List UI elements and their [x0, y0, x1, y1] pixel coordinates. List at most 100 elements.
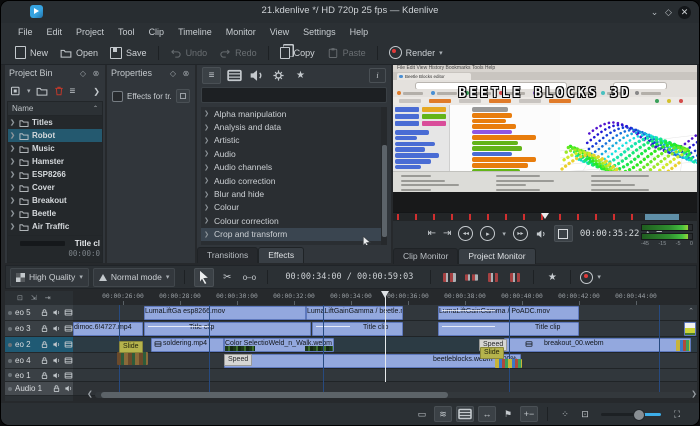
- slide-composition[interactable]: Slide: [119, 341, 143, 353]
- seek-playhead[interactable]: [541, 213, 549, 219]
- expander-icon[interactable]: ❯: [204, 191, 210, 198]
- scroll-left-icon[interactable]: ❮: [87, 390, 93, 398]
- effects-search-input[interactable]: [201, 87, 387, 103]
- effect-category-analysis-and-data[interactable]: ❯Analysis and data: [201, 120, 387, 133]
- render-button[interactable]: Render▾: [383, 43, 449, 62]
- chevron-down-icon[interactable]: ▾: [439, 49, 443, 57]
- custom-effects-icon[interactable]: [270, 68, 287, 83]
- palette-category[interactable]: [422, 114, 446, 119]
- expander-icon[interactable]: ❯: [10, 119, 16, 126]
- snap-icon[interactable]: ↔: [478, 406, 496, 422]
- palette-category[interactable]: [395, 114, 419, 119]
- selection-tool-button[interactable]: [194, 268, 214, 287]
- timeline-guide[interactable]: [209, 305, 210, 396]
- lift-zone-icon[interactable]: [506, 269, 524, 286]
- bin-menu-icon[interactable]: ≡: [70, 86, 76, 97]
- bin-folder-music[interactable]: ❯Music: [8, 142, 102, 155]
- render-button-small[interactable]: [580, 271, 593, 284]
- track-insert-icon[interactable]: ⇥: [45, 294, 51, 302]
- bin-overflow-icon[interactable]: ❯: [93, 87, 100, 96]
- menu-monitor[interactable]: Monitor: [219, 25, 263, 39]
- expander-icon[interactable]: ❯: [10, 184, 16, 191]
- effect-category-colour-correction[interactable]: ❯Colour correction: [201, 214, 387, 227]
- tab-project-monitor[interactable]: Project Monitor: [458, 248, 535, 264]
- effect-category-audio-correction[interactable]: ❯Audio correction: [201, 174, 387, 187]
- favorite-effects-icon[interactable]: ★: [292, 68, 309, 83]
- play-options-icon[interactable]: ▾: [502, 230, 506, 238]
- script-block[interactable]: [472, 157, 536, 162]
- show-markers-icon[interactable]: [456, 406, 474, 422]
- track-target-icon[interactable]: ⊡: [17, 294, 23, 302]
- zone-mode-button[interactable]: [554, 225, 573, 242]
- close-panel-icon[interactable]: ⊗: [181, 69, 191, 78]
- volume-icon[interactable]: [535, 228, 547, 240]
- show-video-thumbnails-icon[interactable]: ▭: [414, 407, 430, 421]
- favorite-effects-button[interactable]: ★: [543, 269, 561, 286]
- timeline-clip[interactable]: beetleblocks.webm - 200%: [224, 354, 521, 368]
- script-block[interactable]: [472, 163, 528, 168]
- zoom-slider-knob[interactable]: [633, 409, 645, 421]
- bin-folder-hamster[interactable]: ❯Hamster: [8, 155, 102, 168]
- monitor-seekbar[interactable]: [393, 212, 697, 221]
- timeline-clip[interactable]: soldering.mp4: [151, 338, 224, 352]
- palette-block[interactable]: [395, 142, 435, 147]
- new-button[interactable]: New: [9, 43, 54, 62]
- video-effects-icon[interactable]: [226, 68, 243, 83]
- expander-icon[interactable]: ❯: [204, 231, 210, 238]
- tab-clip-monitor[interactable]: Clip Monitor: [393, 248, 458, 264]
- render-dropdown-icon[interactable]: ▾: [597, 273, 601, 281]
- float-panel-icon[interactable]: ◇: [168, 69, 178, 78]
- zone-start-icon[interactable]: ⇤: [428, 228, 436, 240]
- bin-folder-robot[interactable]: ❯Robot: [8, 129, 102, 142]
- close-button[interactable]: ✕: [678, 6, 691, 19]
- bin-folder-titles[interactable]: ❯Titles: [8, 116, 102, 129]
- menu-view[interactable]: View: [263, 25, 296, 39]
- expander-icon[interactable]: ❯: [204, 204, 210, 211]
- expander-icon[interactable]: ❯: [10, 197, 16, 204]
- script-block[interactable]: [472, 141, 518, 146]
- save-button[interactable]: Save: [104, 44, 153, 62]
- fit-timeline-icon[interactable]: ⛶: [669, 407, 685, 421]
- timeline-guide[interactable]: [323, 305, 324, 396]
- expander-icon[interactable]: ❯: [10, 210, 16, 217]
- zone-range[interactable]: [645, 214, 679, 220]
- bin-column-header[interactable]: Name ⌃: [7, 101, 103, 116]
- bin-folder-esp8266[interactable]: ❯ESP8266: [8, 168, 102, 181]
- menu-timeline[interactable]: Timeline: [171, 25, 219, 39]
- menu-edit[interactable]: Edit: [40, 25, 70, 39]
- timeline-clip[interactable]: [684, 322, 696, 336]
- add-clip-dropdown-icon[interactable]: ▾: [27, 87, 31, 95]
- expander-icon[interactable]: ❯: [10, 171, 16, 178]
- menu-tool[interactable]: Tool: [111, 25, 142, 39]
- bin-folder-beetle[interactable]: ❯Beetle: [8, 207, 102, 220]
- palette-category[interactable]: [395, 121, 419, 126]
- effect-category-alpha-manipulation[interactable]: ❯Alpha manipulation: [201, 107, 387, 120]
- show-audio-thumbnails-icon[interactable]: ≋: [434, 406, 452, 422]
- menu-file[interactable]: File: [11, 25, 40, 39]
- spacer-tool-button[interactable]: o–o: [240, 269, 258, 286]
- mix-clips-icon[interactable]: [440, 269, 458, 286]
- palette-block[interactable]: [395, 153, 439, 158]
- timeline-clip[interactable]: Title clip: [144, 322, 311, 336]
- float-panel-icon[interactable]: ◇: [78, 69, 88, 78]
- extract-zone-icon[interactable]: [484, 269, 502, 286]
- bin-clip-entry[interactable]: Title cl 00:00:0: [7, 236, 103, 263]
- expander-icon[interactable]: ❯: [204, 137, 210, 144]
- effect-category-colour[interactable]: ❯Colour: [201, 201, 387, 214]
- timeline-guide[interactable]: [659, 305, 660, 396]
- sort-ascending-icon[interactable]: ⌃: [93, 105, 98, 112]
- monitor-timecode[interactable]: 00:00:35:22: [580, 229, 640, 239]
- create-folder-icon[interactable]: [36, 85, 48, 97]
- add-clip-icon[interactable]: [10, 85, 22, 97]
- scroll-right-icon[interactable]: ❯: [691, 390, 697, 398]
- timeline-timecode[interactable]: 00:00:34:00 / 00:00:59:03: [285, 272, 413, 282]
- effect-category-audio[interactable]: ❯Audio: [201, 147, 387, 160]
- bin-folder-breakout[interactable]: ❯Breakout: [8, 194, 102, 207]
- track-header-eo-4[interactable]: eo 4: [5, 353, 73, 369]
- palette-block[interactable]: [395, 159, 431, 164]
- tab-effects[interactable]: Effects: [258, 247, 304, 263]
- timeline-clip[interactable]: LumaLiftGainGamma / beetle.mov: [306, 306, 403, 320]
- bin-folder-cover[interactable]: ❯Cover: [8, 181, 102, 194]
- razor-tool-button[interactable]: ✂: [218, 269, 236, 286]
- timeline-lanes[interactable]: 00:00:26:0000:00:28:0000:00:30:0000:00:3…: [73, 291, 697, 401]
